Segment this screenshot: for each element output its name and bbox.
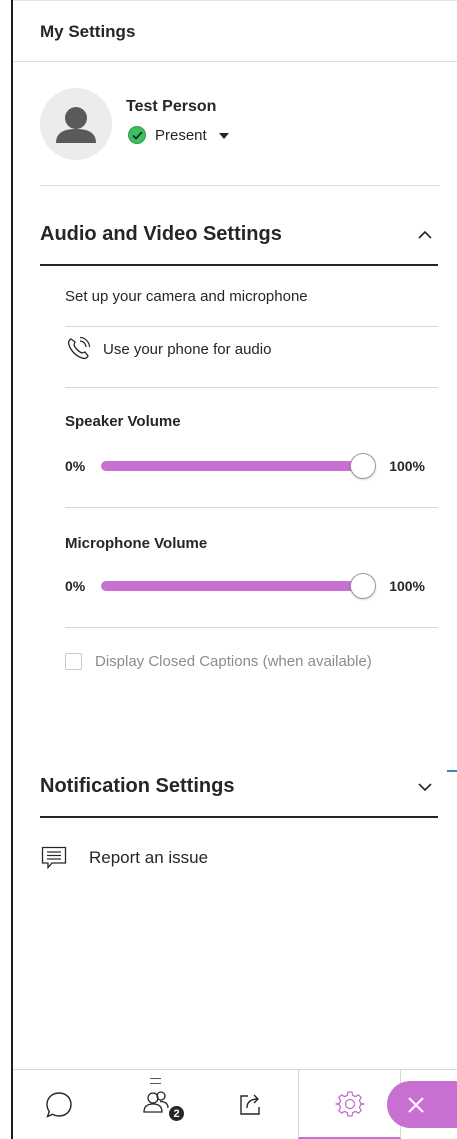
microphone-max-label: 100% bbox=[389, 578, 425, 594]
chevron-down-icon bbox=[418, 783, 432, 792]
share-content-tab[interactable] bbox=[225, 1070, 277, 1139]
feedback-icon bbox=[41, 846, 67, 870]
phone-icon bbox=[67, 336, 91, 360]
check-circle-icon bbox=[128, 126, 146, 144]
panel-title: My Settings bbox=[40, 22, 136, 41]
report-issue-label: Report an issue bbox=[89, 848, 209, 867]
speaker-volume-track[interactable] bbox=[101, 453, 376, 479]
person-icon bbox=[56, 107, 96, 143]
notification-title: Notification Settings bbox=[40, 775, 235, 797]
share-content-icon bbox=[240, 1094, 260, 1115]
microphone-volume-track[interactable] bbox=[101, 573, 376, 599]
chat-bubble-icon bbox=[46, 1091, 72, 1118]
user-profile: Test Person Present bbox=[40, 88, 440, 186]
report-issue-button[interactable]: Report an issue bbox=[41, 846, 208, 870]
settings-tab[interactable] bbox=[298, 1070, 401, 1139]
microphone-volume-slider[interactable]: 0% 100% bbox=[65, 572, 425, 600]
status-label: Present bbox=[155, 126, 207, 144]
focus-indicator bbox=[447, 770, 457, 772]
use-phone-label: Use your phone for audio bbox=[103, 340, 272, 358]
closed-captions-label: Display Closed Captions (when available) bbox=[95, 653, 372, 670]
audio-video-title: Audio and Video Settings bbox=[40, 223, 282, 245]
checkbox-box[interactable] bbox=[65, 653, 82, 670]
speaker-max-label: 100% bbox=[389, 458, 425, 474]
speaker-volume-slider[interactable]: 0% 100% bbox=[65, 452, 425, 480]
audio-video-section-header[interactable]: Audio and Video Settings bbox=[40, 196, 438, 266]
chevron-up-icon bbox=[418, 230, 432, 239]
divider bbox=[65, 507, 438, 508]
close-icon bbox=[408, 1096, 424, 1113]
microphone-min-label: 0% bbox=[65, 578, 86, 594]
gear-icon bbox=[334, 1090, 365, 1117]
speaker-min-label: 0% bbox=[65, 458, 86, 474]
notification-section-header[interactable]: Notification Settings bbox=[40, 748, 438, 818]
speaker-volume-thumb[interactable] bbox=[350, 453, 376, 479]
divider bbox=[65, 627, 438, 628]
camera-mic-setup-link[interactable]: Set up your camera and microphone bbox=[65, 288, 308, 305]
divider bbox=[65, 387, 438, 388]
microphone-volume-thumb[interactable] bbox=[350, 573, 376, 599]
panel-header: My Settings bbox=[13, 0, 457, 62]
settings-panel: My Settings Test Person Present Audio an… bbox=[11, 0, 457, 1139]
use-phone-audio-button[interactable]: Use your phone for audio bbox=[65, 336, 271, 362]
participants-count-badge: 2 bbox=[167, 1104, 186, 1123]
microphone-volume-label: Microphone Volume bbox=[65, 535, 208, 552]
caret-down-icon bbox=[218, 133, 229, 139]
status-dropdown[interactable]: Present bbox=[128, 126, 229, 144]
close-panel-button[interactable] bbox=[387, 1081, 457, 1128]
user-name: Test Person bbox=[126, 98, 217, 115]
chat-tab[interactable] bbox=[33, 1070, 85, 1139]
avatar bbox=[40, 88, 112, 160]
divider bbox=[65, 326, 438, 327]
speaker-volume-label: Speaker Volume bbox=[65, 413, 181, 430]
closed-captions-checkbox[interactable]: Display Closed Captions (when available) bbox=[65, 651, 385, 673]
